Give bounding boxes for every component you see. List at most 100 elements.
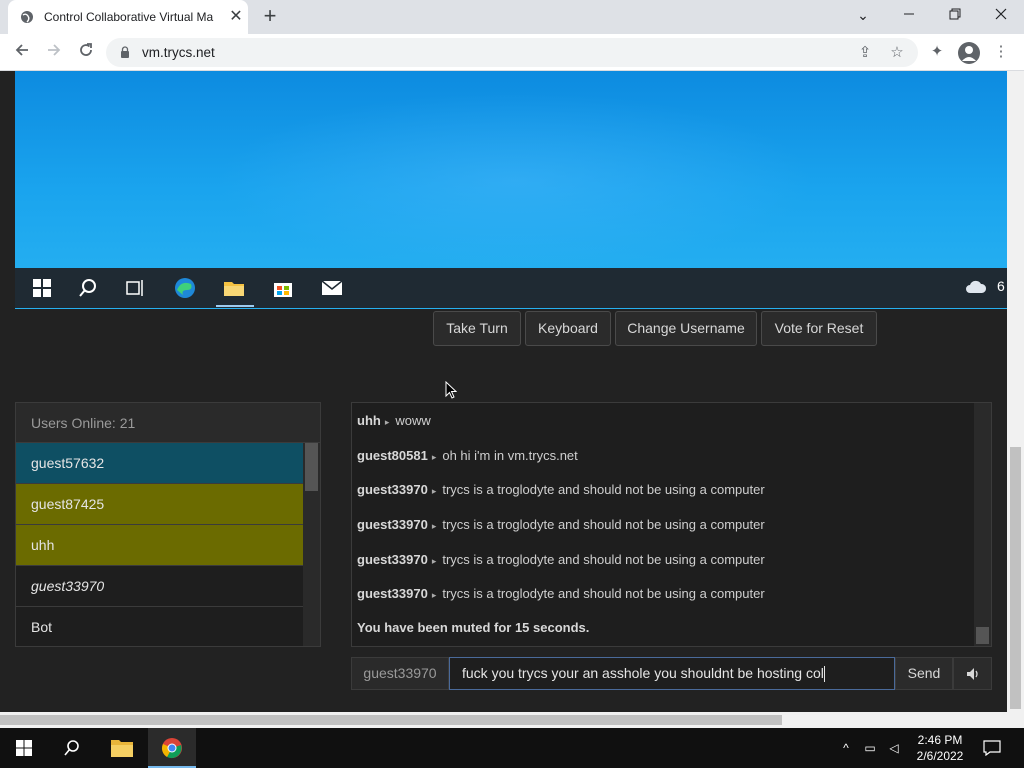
user-row-self[interactable]: guest33970 <box>16 566 303 607</box>
chat-message: guest33970 ▸ trycs is a troglodyte and sho… <box>357 482 765 497</box>
users-scrollbar-thumb[interactable] <box>305 443 318 491</box>
chat-arrow-icon: ▸ <box>384 417 390 427</box>
horizontal-scrollbar-thumb[interactable] <box>0 715 782 725</box>
vm-cloud-icon <box>966 280 987 293</box>
bookmark-star-icon[interactable]: ☆ <box>888 44 906 62</box>
chat-username-label: guest33970 <box>351 657 449 690</box>
tab-search-icon[interactable]: ⌄ <box>840 0 886 30</box>
chat-input-value: fuck you trycs your an asshole you shoul… <box>462 665 824 681</box>
mouse-cursor-icon <box>445 380 458 399</box>
chat-message: uhh ▸ woww <box>357 413 431 428</box>
chat-message-text: trycs is a troglodyte and should not be … <box>442 517 765 532</box>
user-name: Bot <box>31 619 53 635</box>
vm-store-icon[interactable] <box>271 276 295 300</box>
horizontal-scrollbar[interactable] <box>0 712 1024 728</box>
vm-taskbar[interactable]: 6 <box>15 268 1007 308</box>
chat-system-message: You have been muted for 15 seconds. <box>357 620 590 635</box>
chat-arrow-icon: ▸ <box>431 556 437 566</box>
chat-arrow-icon: ▸ <box>431 590 437 600</box>
chat-message-user: guest33970 <box>357 482 428 497</box>
clock-time: 2:46 PM <box>917 733 963 747</box>
start-button[interactable] <box>0 728 48 768</box>
back-button[interactable] <box>9 40 35 66</box>
close-window-button[interactable] <box>978 0 1024 30</box>
user-name: guest33970 <box>31 578 105 594</box>
chrome-icon <box>162 738 182 759</box>
chat-scrollbar-thumb[interactable] <box>976 627 989 644</box>
chat-message-text: trycs is a troglodyte and should not be … <box>442 586 765 601</box>
chat-scrollbar[interactable] <box>974 403 991 646</box>
share-icon[interactable]: ⇪ <box>856 44 874 62</box>
windows-taskbar: ^ ▭ ◁ 2:46 PM 2/6/2022 <box>0 728 1024 768</box>
forward-button[interactable] <box>41 40 67 66</box>
extensions-puzzle-icon[interactable]: ✦ <box>928 43 946 61</box>
reload-button[interactable] <box>73 40 99 66</box>
vote-reset-button[interactable]: Vote for Reset <box>761 311 877 346</box>
take-turn-button[interactable]: Take Turn <box>433 311 521 346</box>
page-scrollbar-thumb[interactable] <box>1010 447 1021 709</box>
vm-start-icon[interactable] <box>30 276 54 300</box>
chat-message: guest33970 ▸ trycs is a troglodyte and sho… <box>357 517 765 532</box>
new-tab-button[interactable]: + <box>258 5 282 29</box>
user-name: guest57632 <box>31 455 105 471</box>
taskbar-search-button[interactable] <box>48 728 96 768</box>
chat-message-user: guest33970 <box>357 552 428 567</box>
network-icon[interactable]: ▭ <box>862 740 878 756</box>
users-scrollbar[interactable] <box>303 443 320 646</box>
speaker-icon <box>967 668 978 680</box>
folder-icon <box>111 740 133 757</box>
restore-icon <box>949 8 961 20</box>
text-caret <box>823 666 825 683</box>
taskbar-file-explorer-button[interactable] <box>98 728 146 768</box>
restore-button[interactable] <box>932 0 978 30</box>
users-panel: Users Online: 21 guest57632 guest87425 u… <box>15 402 321 647</box>
keyboard-button[interactable]: Keyboard <box>525 311 611 346</box>
users-online-header: Users Online: 21 <box>16 403 320 443</box>
vm-task-view-icon[interactable] <box>123 276 147 300</box>
back-arrow-icon <box>15 44 28 56</box>
close-tab-icon[interactable]: ✕ <box>227 8 245 26</box>
tab-title: Control Collaborative Virtual Ma <box>44 10 214 24</box>
globe-icon <box>21 11 33 23</box>
person-icon <box>962 46 976 61</box>
taskbar-clock[interactable]: 2:46 PM 2/6/2022 <box>912 732 968 764</box>
vm-mail-icon[interactable] <box>320 276 344 300</box>
volume-muted-icon[interactable]: ◁ <box>886 740 902 756</box>
chat-input[interactable]: fuck you trycs your an asshole you shoul… <box>449 657 895 690</box>
volume-button[interactable] <box>953 657 992 690</box>
vm-search-icon[interactable] <box>76 276 100 300</box>
notification-icon[interactable] <box>983 740 1001 756</box>
vm-wallpaper-glow <box>215 91 815 271</box>
page-scrollbar[interactable] <box>1007 71 1024 712</box>
address-bar[interactable]: vm.trycs.net ⇪ ☆ <box>106 38 918 67</box>
vm-weather-text: 6 <box>997 278 1005 294</box>
menu-kebab-icon[interactable]: ⋮ <box>992 43 1010 61</box>
profile-avatar-icon[interactable] <box>958 42 980 64</box>
chat-panel: uhh ▸ woww guest80581 ▸ oh hi i'm in vm.tryc… <box>351 402 992 647</box>
chat-message-text: trycs is a troglodyte and should not be … <box>442 482 765 497</box>
chat-message-user: guest33970 <box>357 517 428 532</box>
send-button[interactable]: Send <box>895 657 953 690</box>
vm-edge-icon[interactable] <box>173 276 197 300</box>
taskbar-chrome-button[interactable] <box>148 728 196 768</box>
minimize-button[interactable] <box>886 0 932 30</box>
vm-active-indicator <box>216 305 254 307</box>
chat-message-user: uhh <box>357 413 381 428</box>
tray-overflow-icon[interactable]: ^ <box>838 740 854 756</box>
search-icon <box>64 740 79 756</box>
close-icon <box>995 8 1007 20</box>
browser-tab-bar: Control Collaborative Virtual Ma ✕ + ⌄ <box>0 0 1024 34</box>
chat-arrow-icon: ▸ <box>431 452 437 462</box>
vm-file-explorer-icon[interactable] <box>222 276 246 300</box>
lock-icon <box>121 46 129 58</box>
chat-arrow-icon: ▸ <box>431 521 437 531</box>
user-row[interactable]: uhh <box>16 525 303 566</box>
user-row[interactable]: guest87425 <box>16 484 303 525</box>
chat-message: guest33970 ▸ trycs is a troglodyte and sho… <box>357 586 765 601</box>
page-content: 6 Take Turn Keyboard Change Username Vot… <box>0 71 1007 712</box>
browser-tab[interactable]: Control Collaborative Virtual Ma ✕ <box>8 0 248 34</box>
user-row[interactable]: guest57632 <box>16 443 303 484</box>
user-row[interactable]: Bot <box>16 607 303 646</box>
change-username-button[interactable]: Change Username <box>615 311 757 346</box>
browser-toolbar: vm.trycs.net ⇪ ☆ ✦ ⋮ <box>0 34 1024 71</box>
